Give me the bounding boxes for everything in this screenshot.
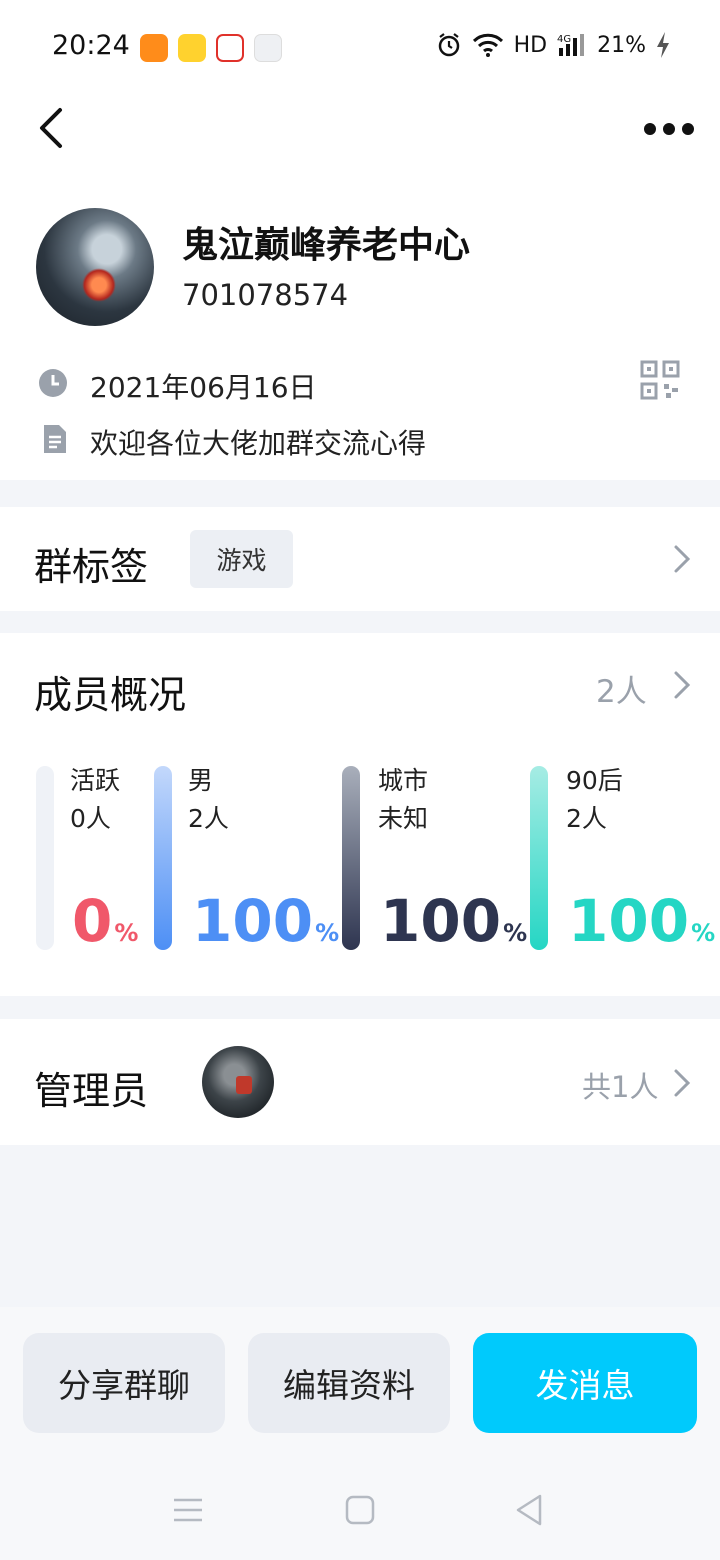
qr-code-icon[interactable] (640, 360, 680, 400)
edit-profile-button[interactable]: 编辑资料 (248, 1333, 450, 1433)
wifi-icon (472, 33, 503, 57)
network-label: HD (513, 32, 548, 58)
male-stat-value: 2人 (188, 804, 229, 833)
active-stat-value: 0人 (70, 804, 111, 833)
admin-section-title: 管理员 (34, 1069, 149, 1113)
back-button[interactable] (30, 104, 74, 152)
group-avatar[interactable] (36, 208, 154, 326)
svg-text:4G: 4G (557, 34, 571, 45)
menu-nav-icon[interactable] (168, 1490, 208, 1530)
back-arrow-icon (40, 108, 62, 148)
post90-stat-value: 2人 (566, 804, 607, 833)
clock-icon (39, 369, 67, 397)
male-stat-percent: 100% (192, 887, 340, 955)
document-icon (44, 425, 66, 453)
created-date: 2021年06月16日 (90, 371, 317, 404)
status-time: 20:24 (52, 30, 130, 61)
back-nav-icon[interactable] (510, 1490, 550, 1530)
more-dots-icon (644, 123, 694, 135)
city-stat-percent: 100% (380, 887, 528, 955)
alarm-icon (438, 33, 459, 57)
calendar-icon (254, 34, 282, 62)
app-icon (216, 34, 244, 62)
chevron-right-icon (674, 545, 691, 573)
chevron-right-icon (674, 1069, 691, 1097)
admin-avatar[interactable] (202, 1046, 274, 1118)
share-group-button[interactable]: 分享群聊 (23, 1333, 225, 1433)
weibo-icon (178, 34, 206, 62)
home-nav-icon[interactable] (340, 1490, 380, 1530)
city-stat-value: 未知 (378, 804, 429, 833)
city-stat-bar (342, 766, 360, 950)
active-stat-bar (36, 766, 54, 950)
status-indicators: HD 4G 21% (436, 32, 670, 58)
uc-browser-icon (140, 34, 168, 62)
male-stat-label: 男 (188, 766, 214, 795)
group-id: 701078574 (182, 278, 349, 312)
more-options-button[interactable] (642, 112, 696, 146)
group-name: 鬼泣巅峰养老中心 (182, 225, 471, 266)
chevron-right-icon[interactable] (672, 670, 692, 700)
city-stat-label: 城市 (378, 766, 429, 795)
signal-icon: 4G (557, 34, 585, 56)
post90-stat-bar (530, 766, 548, 950)
active-stat-label: 活跃 (70, 766, 121, 795)
send-message-button[interactable]: 发消息 (473, 1333, 697, 1433)
tags-section-title: 群标签 (34, 545, 149, 589)
battery-percent: 21% (597, 32, 646, 58)
admin-count: 共1人 (582, 1070, 659, 1104)
male-stat-bar (154, 766, 172, 950)
notification-icons (140, 34, 282, 62)
post90-stat-label: 90后 (566, 766, 623, 795)
members-section-title: 成员概况 (34, 673, 187, 717)
charging-icon (657, 32, 669, 58)
members-count[interactable]: 2人 (596, 666, 647, 711)
post90-stat-percent: 100% (568, 887, 716, 955)
active-stat-percent: 0% (72, 887, 139, 955)
group-description: 欢迎各位大佬加群交流心得 (90, 427, 427, 460)
group-tag-chip: 游戏 (190, 530, 293, 588)
